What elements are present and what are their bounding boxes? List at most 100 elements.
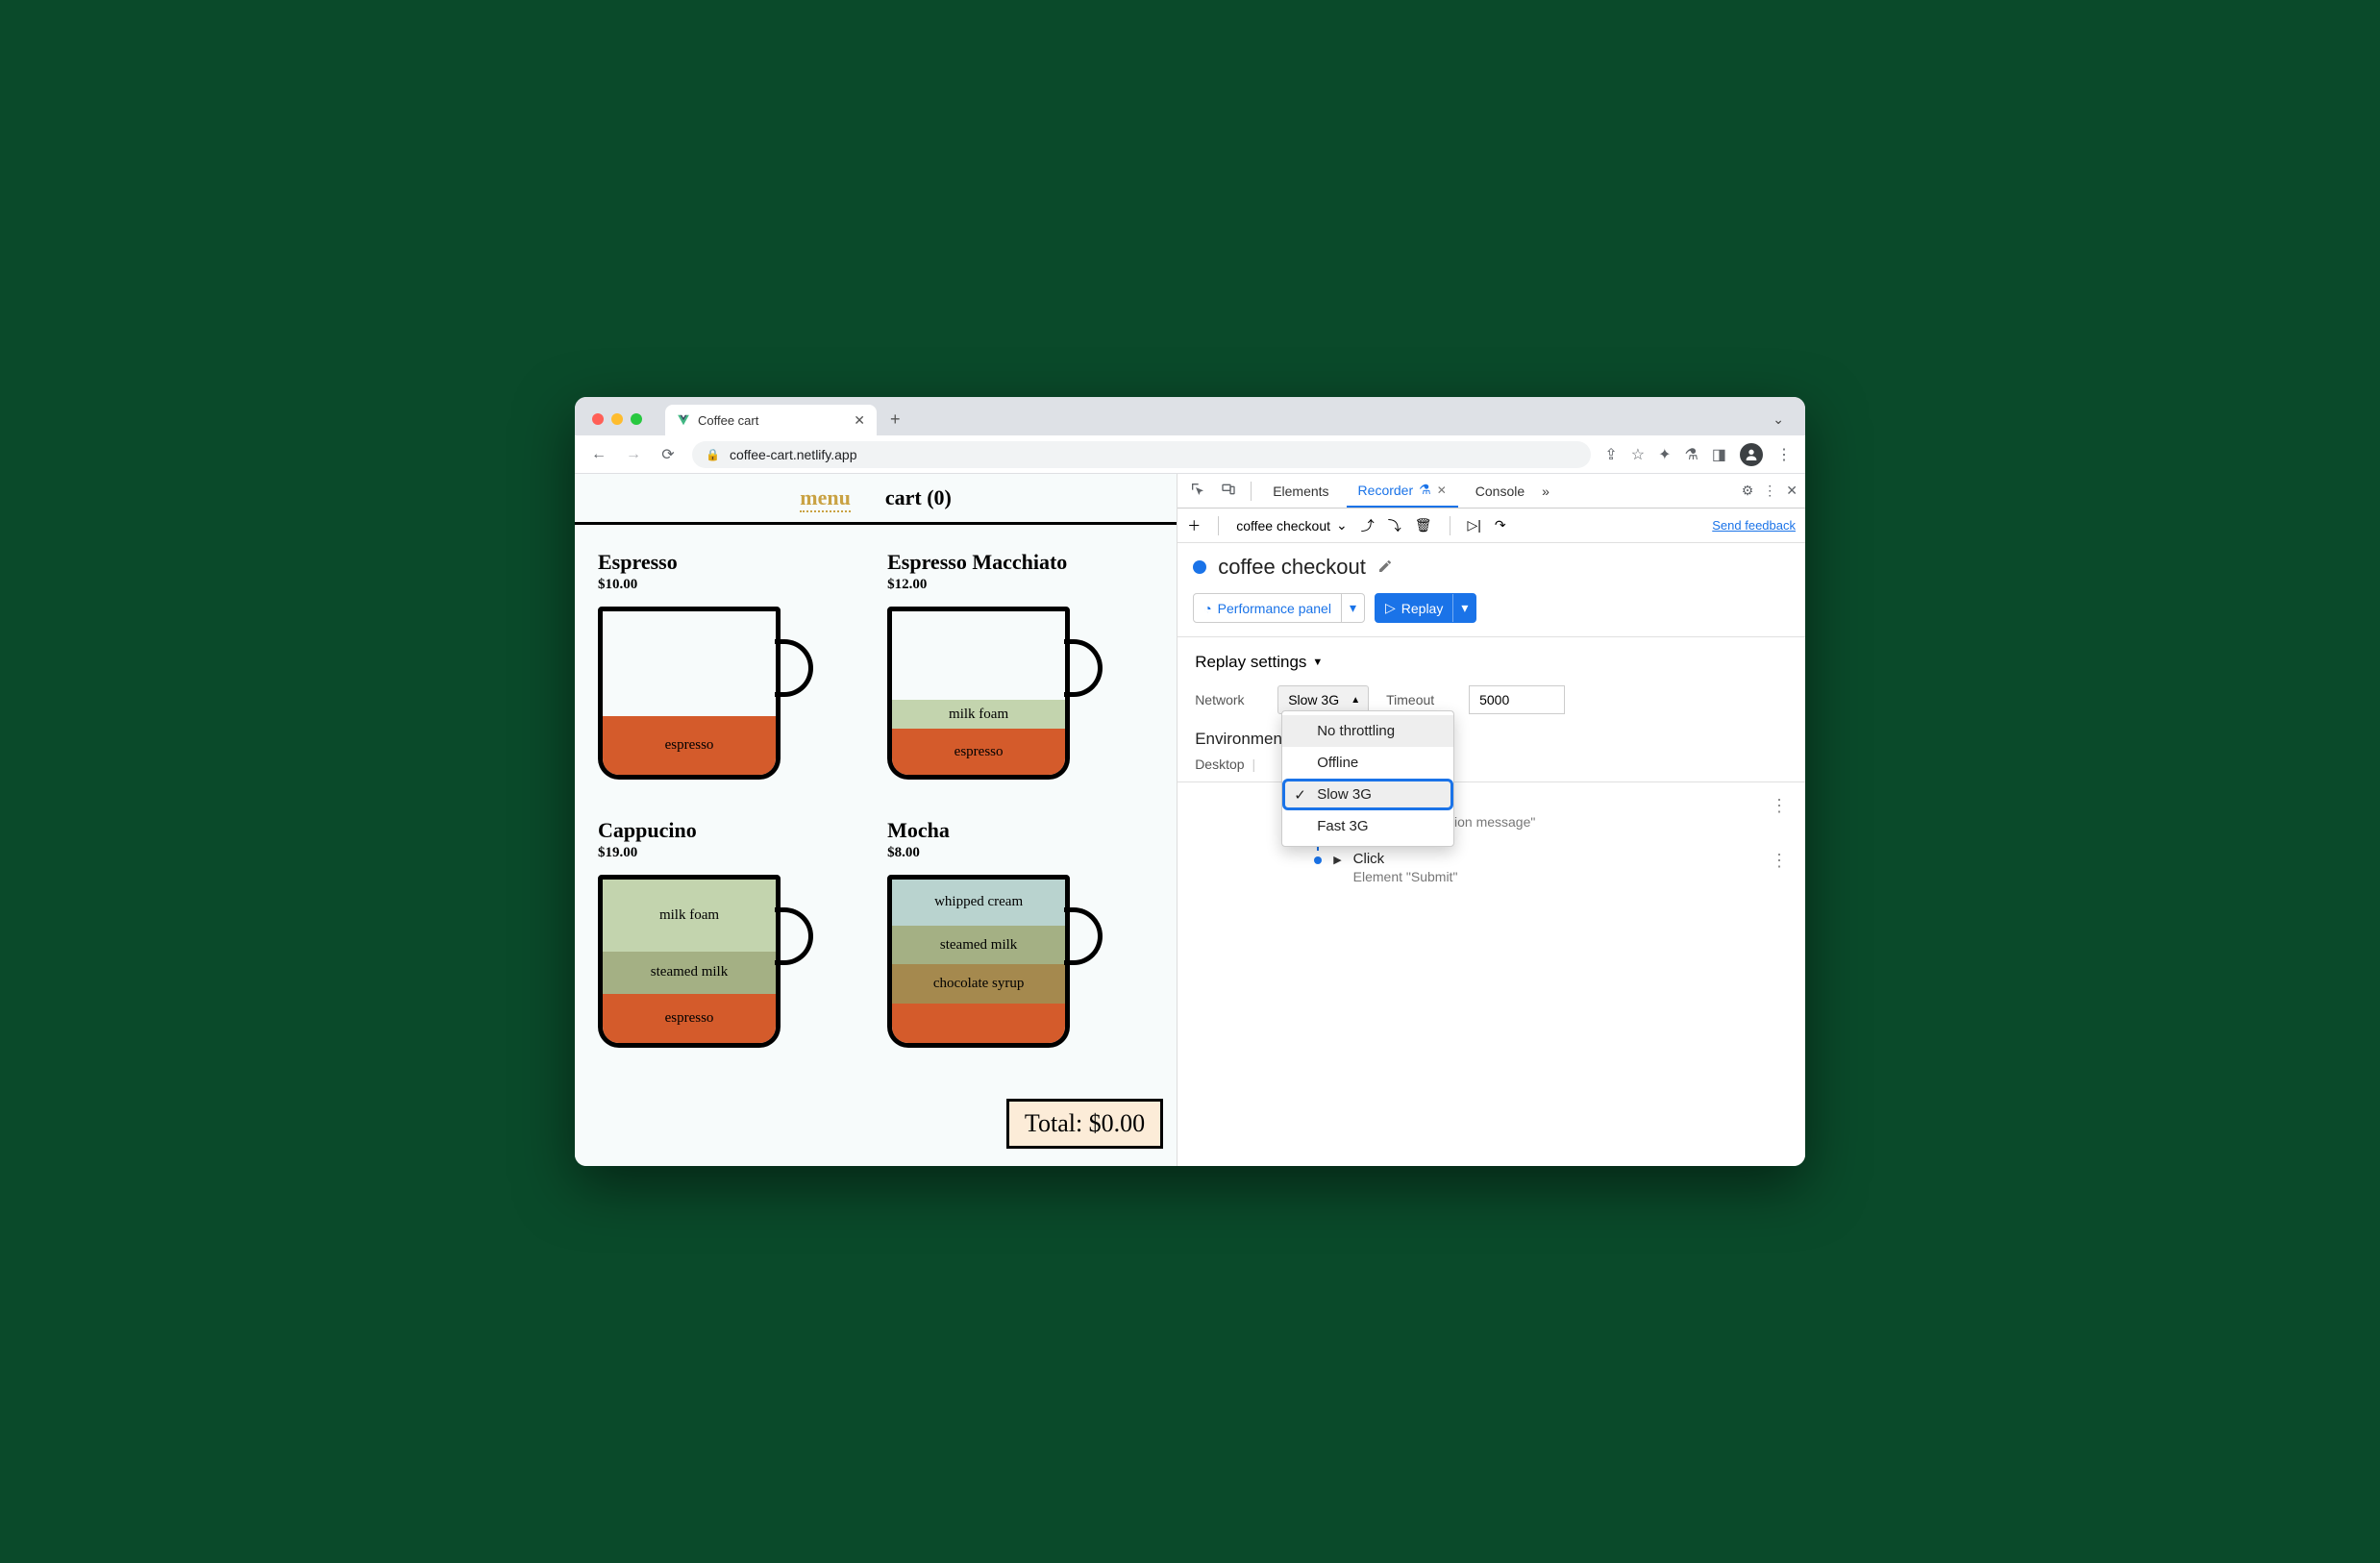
nav-cart-link[interactable]: cart (0)	[885, 485, 952, 512]
mug-graphic: whipped cream steamed milk chocolate syr…	[887, 875, 1108, 1057]
product-espresso[interactable]: Espresso $10.00 espresso	[598, 550, 864, 789]
edit-title-icon[interactable]	[1377, 555, 1393, 580]
side-panel-icon[interactable]: ◨	[1712, 445, 1726, 464]
option-no-throttling[interactable]: No throttling	[1282, 715, 1453, 747]
page-content: menu cart (0) Espresso $10.00 espresso E…	[575, 474, 1178, 1166]
timeout-input[interactable]	[1469, 685, 1565, 714]
chrome-menu-icon[interactable]: ⋮	[1776, 445, 1792, 464]
step-subtitle: Element "Submit"	[1353, 869, 1759, 884]
expand-step-icon[interactable]: ▶	[1333, 854, 1341, 866]
tab-console[interactable]: Console	[1464, 474, 1536, 508]
tab-recorder[interactable]: Recorder ⚗ ✕	[1347, 474, 1458, 508]
import-icon[interactable]: ⤵	[1388, 516, 1401, 535]
layer-chocsyrup: chocolate syrup	[892, 964, 1065, 1004]
cup-handle-icon	[1064, 907, 1103, 965]
gauge-icon: ◔	[1203, 601, 1211, 616]
site-nav: menu cart (0)	[575, 474, 1177, 525]
product-price: $10.00	[598, 577, 864, 593]
mug-graphic: espresso	[598, 607, 819, 789]
toolbar-icons: ⇪ ☆ ✦ ⚗ ◨ ⋮	[1604, 443, 1792, 466]
browser-tab[interactable]: Coffee cart ✕	[665, 405, 877, 435]
recording-status-dot-icon	[1193, 560, 1206, 574]
close-window-button[interactable]	[592, 413, 604, 425]
product-price: $12.00	[887, 577, 1153, 593]
bookmark-icon[interactable]: ☆	[1631, 445, 1645, 464]
cup-handle-icon	[775, 639, 813, 697]
network-dropdown: No throttling Offline Slow 3G Fast 3G	[1281, 710, 1454, 847]
option-slow-3g[interactable]: Slow 3G	[1282, 779, 1453, 810]
vue-favicon-icon	[677, 413, 690, 427]
new-tab-button[interactable]: +	[890, 409, 901, 430]
layer-espresso: espresso	[603, 716, 776, 775]
reload-button[interactable]: ⟳	[657, 445, 679, 464]
network-label: Network	[1195, 692, 1260, 707]
close-tab-icon[interactable]: ✕	[1437, 484, 1447, 497]
maximize-window-button[interactable]	[631, 413, 642, 425]
caret-down-icon: ▼	[1312, 657, 1323, 668]
browser-window: Coffee cart ✕ + ⌄ ← → ⟳ 🔒 coffee-cart.ne…	[575, 397, 1805, 1166]
option-offline[interactable]: Offline	[1282, 747, 1453, 779]
step-menu-icon[interactable]: ⋮	[1771, 796, 1788, 816]
close-devtools-icon[interactable]: ✕	[1786, 483, 1797, 499]
product-name: Espresso	[598, 550, 864, 575]
step-menu-icon[interactable]: ⋮	[1771, 851, 1788, 871]
product-cappucino[interactable]: Cappucino $19.00 milk foam steamed milk …	[598, 818, 864, 1057]
minimize-window-button[interactable]	[611, 413, 623, 425]
delete-icon[interactable]: 🗑	[1415, 517, 1432, 533]
replay-settings-heading[interactable]: Replay settings ▼	[1195, 653, 1788, 672]
extensions-icon[interactable]: ✦	[1658, 445, 1671, 464]
back-button[interactable]: ←	[588, 446, 609, 463]
device-toggle-icon[interactable]	[1216, 482, 1241, 500]
url-text: coffee-cart.netlify.app	[730, 447, 857, 462]
address-bar[interactable]: 🔒 coffee-cart.netlify.app	[692, 441, 1591, 468]
labs-icon[interactable]: ⚗	[1685, 445, 1698, 464]
window-controls	[592, 413, 642, 425]
replay-settings: Replay settings ▼ Network Slow 3G ▲ Time…	[1178, 637, 1805, 782]
perf-dropdown-icon[interactable]: ▾	[1341, 594, 1364, 622]
add-recording-icon[interactable]: ＋	[1187, 516, 1201, 535]
inspect-icon[interactable]	[1185, 482, 1210, 500]
recording-selector[interactable]: coffee checkout ⌄	[1236, 517, 1348, 533]
export-icon[interactable]: ⤴	[1361, 516, 1375, 535]
share-icon[interactable]: ⇪	[1604, 445, 1617, 464]
product-price: $8.00	[887, 845, 1153, 861]
option-fast-3g[interactable]: Fast 3G	[1282, 810, 1453, 842]
tabs-dropdown-icon[interactable]: ⌄	[1773, 411, 1784, 428]
replay-dropdown-icon[interactable]: ▾	[1452, 594, 1475, 622]
env-separator: |	[1252, 757, 1256, 772]
layer-espresso: espresso	[892, 729, 1065, 775]
profile-avatar[interactable]	[1740, 443, 1763, 466]
devtools-panel: Elements Recorder ⚗ ✕ Console » ⚙ ⋮ ✕ ＋	[1178, 474, 1805, 1166]
tab-elements[interactable]: Elements	[1261, 474, 1340, 508]
url-bar: ← → ⟳ 🔒 coffee-cart.netlify.app ⇪ ☆ ✦ ⚗ …	[575, 435, 1805, 474]
devtools-tab-bar: Elements Recorder ⚗ ✕ Console » ⚙ ⋮ ✕	[1178, 474, 1805, 509]
performance-panel-button[interactable]: ◔Performance panel ▾	[1193, 593, 1365, 623]
cup-handle-icon	[775, 907, 813, 965]
layer-espresso	[892, 1004, 1065, 1043]
env-desktop-label: Desktop	[1195, 757, 1244, 772]
nav-menu-link[interactable]: menu	[800, 485, 851, 512]
step-play-icon[interactable]: ▷|	[1468, 517, 1481, 533]
layer-steamedmilk: steamed milk	[892, 926, 1065, 965]
layer-milkfoam: milk foam	[603, 880, 776, 952]
forward-button[interactable]: →	[623, 446, 644, 463]
timeout-label: Timeout	[1386, 692, 1451, 707]
more-tabs-icon[interactable]: »	[1542, 484, 1549, 499]
step-row[interactable]: ▶ Click Element "Submit" ⋮	[1301, 851, 1788, 884]
product-mocha[interactable]: Mocha $8.00 whipped cream steamed milk c…	[887, 818, 1153, 1057]
total-box[interactable]: Total: $0.00	[1006, 1099, 1163, 1149]
settings-gear-icon[interactable]: ⚙	[1742, 483, 1754, 499]
recorder-toolbar: ＋ coffee checkout ⌄ ⤴ ⤵ 🗑 ▷| ↷ Send feed…	[1178, 509, 1805, 543]
send-feedback-link[interactable]: Send feedback	[1712, 518, 1796, 533]
recording-title: coffee checkout	[1218, 555, 1366, 580]
replay-button[interactable]: ▷Replay ▾	[1375, 593, 1476, 623]
dt-menu-icon[interactable]: ⋮	[1763, 483, 1776, 499]
product-macchiato[interactable]: Espresso Macchiato $12.00 milk foam espr…	[887, 550, 1153, 789]
product-name: Mocha	[887, 818, 1153, 843]
step-over-icon[interactable]: ↷	[1495, 517, 1506, 533]
recording-steps: ▶ Click Element "Promotion message" ⋮ ▶ …	[1178, 782, 1805, 919]
step-dot-icon	[1314, 856, 1322, 864]
layer-steamedmilk: steamed milk	[603, 952, 776, 994]
close-tab-icon[interactable]: ✕	[854, 412, 865, 429]
mug-graphic: milk foam steamed milk espresso	[598, 875, 819, 1057]
